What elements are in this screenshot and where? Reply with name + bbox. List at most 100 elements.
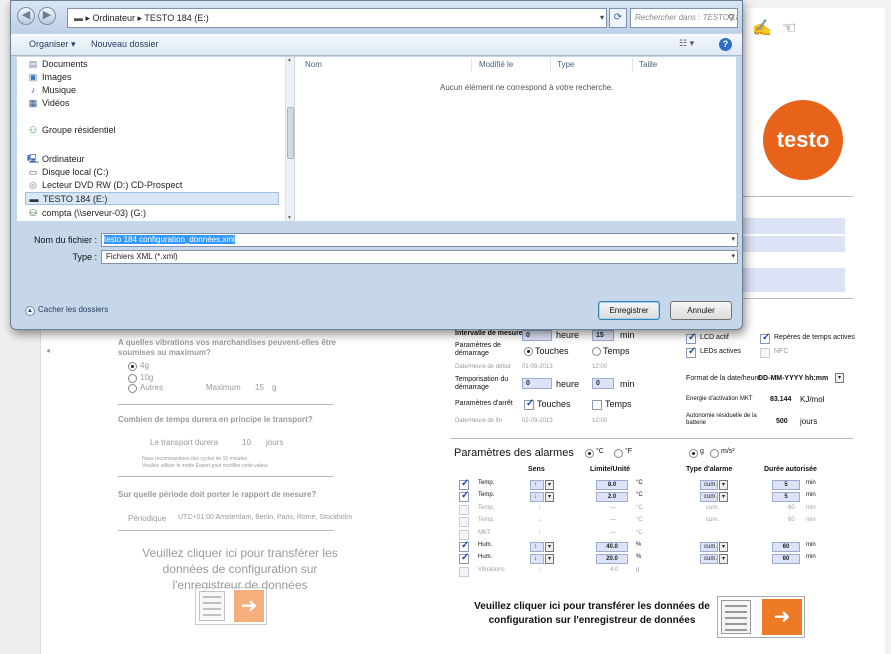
alarm-row-checkbox[interactable] (459, 552, 469, 565)
alarm-row-checkbox[interactable] (459, 517, 469, 528)
battery-value[interactable]: 500 (776, 418, 788, 425)
period-value[interactable]: UTC+01:00 Amsterdam, Berlin, Paris, Rome… (178, 514, 352, 521)
scroll-up-icon[interactable]: ▲ (287, 57, 292, 63)
alarm-row-checkbox[interactable] (459, 529, 469, 540)
unit-celsius-radio[interactable] (585, 449, 594, 458)
mkt-value[interactable]: 83.144 (770, 396, 791, 403)
vib-radio-10g[interactable] (128, 374, 137, 383)
column-separator[interactable] (471, 58, 472, 72)
alarm-row-checkbox[interactable] (459, 504, 469, 515)
end-time-value[interactable]: 12:00 (592, 418, 607, 424)
alarm-duration-input[interactable]: 60 (772, 554, 800, 565)
form-field[interactable] (743, 268, 845, 292)
chevron-down-icon[interactable]: ▾ (545, 480, 554, 490)
start-keys-radio[interactable] (524, 347, 533, 356)
scroll-thumb[interactable] (287, 107, 294, 159)
chevron-down-icon[interactable]: ▾ (545, 542, 554, 552)
filename-input[interactable]: testo 184 configuration_données.xml ▾ (101, 233, 738, 247)
measure-interval-min[interactable]: 15 (592, 330, 614, 341)
start-delay-min[interactable]: 0 (592, 378, 614, 389)
duration-value[interactable]: 10 (242, 438, 251, 447)
new-folder-button[interactable]: Nouveau dossier (91, 39, 159, 49)
chevron-down-icon[interactable]: ▾ (731, 234, 735, 246)
nav-item-testo-drive[interactable]: ▬ TESTO 184 (E:) (25, 192, 279, 205)
unit-g-radio[interactable] (689, 449, 698, 458)
nav-item-videos[interactable]: ▦ Vidéos (27, 97, 70, 110)
alarm-row-checkbox[interactable] (459, 566, 469, 577)
stop-keys-checkbox[interactable] (524, 398, 534, 410)
nav-scrollbar[interactable]: ▲ ▼ (285, 57, 294, 221)
nav-item-images[interactable]: ▣ Images (27, 71, 72, 84)
scroll-down-icon[interactable]: ▼ (287, 215, 292, 221)
refresh-icon[interactable]: ⟳ (609, 8, 627, 28)
nav-item-dvd[interactable]: ◎ Lecteur DVD RW (D:) CD-Prospect (27, 179, 182, 192)
alarm-row-checkbox[interactable] (459, 478, 469, 490)
forward-icon[interactable]: ▶ (38, 7, 56, 25)
start-delay-hours[interactable]: 0 (522, 378, 552, 389)
end-date-value[interactable]: 02-09-2013 (522, 418, 553, 424)
nav-item-documents[interactable]: ▤ Documents (27, 58, 88, 71)
alarm-type-select[interactable]: cum. (700, 492, 718, 503)
save-button[interactable]: Enregistrer (598, 301, 660, 320)
form-field[interactable] (743, 236, 845, 252)
nfc-checkbox[interactable] (760, 348, 770, 358)
transfer-button-left[interactable]: ➜ (195, 587, 267, 625)
nav-item-local-disk[interactable]: ▭ Disque local (C:) (27, 166, 109, 179)
alarm-type-select[interactable]: cum. (700, 554, 718, 565)
chevron-down-icon[interactable]: ▾ (719, 480, 728, 490)
alarm-duration-input[interactable]: 5 (772, 492, 800, 503)
alarm-type-select[interactable]: cum. (700, 542, 718, 552)
hand-tool-icon[interactable]: ☜ (782, 18, 796, 38)
column-modified[interactable]: Modifié le (479, 60, 513, 69)
form-field[interactable] (743, 218, 845, 234)
search-input[interactable]: Rechercher dans : TESTO 184 (E:) ⚲ (630, 8, 738, 28)
unit-ms2-radio[interactable] (710, 449, 719, 458)
nav-item-computer[interactable]: 🖳 Ordinateur (27, 153, 85, 166)
nav-item-homegroup[interactable]: ⚇ Groupe résidentiel (27, 124, 116, 137)
chevron-down-icon[interactable]: ▾ (731, 251, 735, 263)
alarm-row-checkbox[interactable] (459, 540, 469, 552)
nav-item-music[interactable]: ♪ Musique (27, 84, 76, 97)
collapse-arrow-icon[interactable]: ◂ (46, 346, 50, 355)
vib-radio-4g[interactable] (128, 362, 137, 371)
time-marks-checkbox[interactable] (760, 332, 770, 344)
file-type-select[interactable]: Fichiers XML (*.xml) ▾ (101, 250, 738, 264)
leds-checkbox[interactable] (686, 346, 696, 358)
hide-folders-toggle[interactable]: ▲ Cacher les dossiers (25, 305, 108, 316)
chevron-down-icon[interactable]: ▾ (545, 492, 554, 503)
start-date-value[interactable]: 01-09-2013 (522, 364, 553, 370)
alarm-direction-select[interactable]: ↓ (530, 492, 544, 503)
stop-time-checkbox[interactable] (592, 400, 602, 410)
column-separator[interactable] (550, 58, 551, 72)
chevron-down-icon[interactable]: ▾ (719, 492, 728, 503)
alarm-direction-select[interactable]: ↑ (530, 480, 544, 490)
chevron-down-icon[interactable]: ▾ (545, 554, 554, 565)
transfer-text-right[interactable]: Veuillez cliquer ici pour transférer les… (472, 600, 712, 627)
transfer-button-right[interactable]: ➜ (717, 596, 805, 638)
alarm-direction-select[interactable]: ↓ (530, 554, 544, 565)
cancel-button[interactable]: Annuler (670, 301, 732, 320)
column-name[interactable]: Nom (305, 60, 322, 69)
nav-item-network-drive[interactable]: ⛁ compta (\\serveur-03) (G:) (27, 207, 146, 220)
unit-fahrenheit-radio[interactable] (614, 449, 623, 458)
chevron-down-icon[interactable]: ▾ (719, 554, 728, 565)
organize-menu[interactable]: Organiser ▾ (29, 39, 76, 50)
vib-radio-other[interactable] (128, 384, 137, 393)
start-time-value[interactable]: 12:00 (592, 364, 607, 370)
alarm-type-select[interactable]: cum. (700, 480, 718, 490)
datetime-format-value[interactable]: DD-MM-YYYY hh:mm (758, 375, 828, 382)
alarm-limit-input[interactable]: 8.0 (596, 480, 628, 490)
alarm-duration-input[interactable]: 5 (772, 480, 800, 490)
view-options-icon[interactable]: ☷ ▾ (679, 38, 694, 49)
back-icon[interactable]: ◀ (17, 7, 35, 25)
column-separator[interactable] (632, 58, 633, 72)
address-bar[interactable]: ▬ ▸ Ordinateur ▸ TESTO 184 (E:) ▾ (67, 8, 607, 28)
chevron-down-icon[interactable]: ▾ (600, 9, 604, 27)
column-size[interactable]: Taille (639, 60, 657, 69)
sign-icon[interactable]: ✍ (752, 18, 772, 38)
alarm-row-checkbox[interactable] (459, 490, 469, 503)
alarm-limit-input[interactable]: 20.0 (596, 554, 628, 565)
alarm-limit-input[interactable]: 2.0 (596, 492, 628, 503)
chevron-down-icon[interactable]: ▾ (719, 542, 728, 552)
vib-max-value[interactable]: 15 (255, 383, 264, 392)
